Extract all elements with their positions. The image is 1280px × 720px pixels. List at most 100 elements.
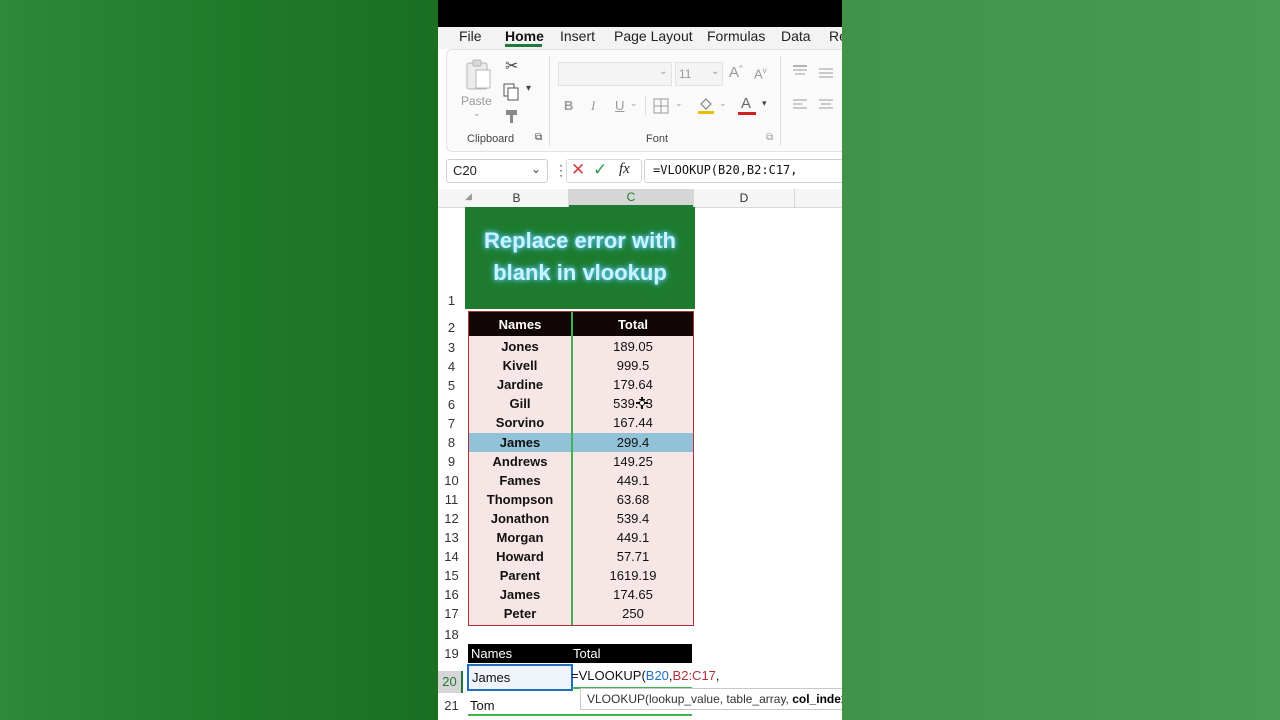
align-top-icon[interactable] xyxy=(792,64,808,78)
table-cell-total[interactable]: 63.68 xyxy=(573,492,693,507)
column-header-b[interactable]: B xyxy=(465,189,568,207)
fill-color-icon[interactable] xyxy=(697,95,715,115)
table-cell-total[interactable]: 167.44 xyxy=(573,415,693,430)
insert-function-icon[interactable]: fx xyxy=(619,161,630,178)
row-header[interactable]: 14 xyxy=(438,549,465,564)
borders-icon[interactable] xyxy=(653,98,669,114)
table-cell-name[interactable]: Jardine xyxy=(469,377,571,392)
formula-input[interactable]: =VLOOKUP(B20,B2:C17, xyxy=(644,159,842,183)
table-cell-total[interactable]: 539.73 xyxy=(573,396,693,411)
row-header[interactable]: 11 xyxy=(438,492,465,507)
cut-icon[interactable]: ✂ xyxy=(505,56,518,76)
tab-home[interactable]: Home xyxy=(505,28,544,44)
table-cell-total[interactable]: 1619.19 xyxy=(573,568,693,583)
lookup-header-names[interactable]: Names xyxy=(471,646,512,661)
table-cell-name[interactable]: Thompson xyxy=(469,492,571,507)
table-cell-name[interactable]: Kivell xyxy=(469,358,571,373)
row-header[interactable]: 8 xyxy=(438,435,465,450)
font-name-select[interactable]: ⌄ xyxy=(558,62,672,86)
copy-icon[interactable] xyxy=(503,83,521,101)
row-header[interactable]: 4 xyxy=(438,359,465,374)
table-cell-name[interactable]: James xyxy=(469,435,571,450)
tab-formulas[interactable]: Formulas xyxy=(707,28,765,44)
row-header[interactable]: 15 xyxy=(438,568,465,583)
row-header[interactable]: 9 xyxy=(438,454,465,469)
cell-b20[interactable]: James xyxy=(467,664,573,691)
tab-review[interactable]: Re xyxy=(829,28,842,44)
enter-icon[interactable]: ✓ xyxy=(593,160,607,180)
row-header[interactable]: 18 xyxy=(438,627,465,642)
row-header[interactable]: 10 xyxy=(438,473,465,488)
italic-button[interactable]: I xyxy=(591,98,595,114)
row-header[interactable]: 5 xyxy=(438,378,465,393)
paste-button[interactable]: Paste ⌄ xyxy=(461,56,495,118)
format-painter-icon[interactable] xyxy=(504,108,520,124)
column-header-d[interactable]: D xyxy=(694,189,794,207)
row-header[interactable]: 17 xyxy=(438,606,465,621)
row-header[interactable]: 7 xyxy=(438,416,465,431)
lookup-header-total[interactable]: Total xyxy=(573,646,600,661)
table-cell-name[interactable]: Fames xyxy=(469,473,571,488)
table-cell-total[interactable]: 174.65 xyxy=(573,587,693,602)
name-box[interactable]: C20 ⌄ xyxy=(446,159,548,183)
align-left-icon[interactable] xyxy=(792,98,808,112)
table-cell-name[interactable]: Parent xyxy=(469,568,571,583)
table-cell-name[interactable]: Morgan xyxy=(469,530,571,545)
table-cell-total[interactable]: 250 xyxy=(573,606,693,621)
font-launcher-icon[interactable]: ⧉ xyxy=(766,132,773,143)
tab-file[interactable]: File xyxy=(459,28,482,44)
clipboard-launcher-icon[interactable]: ⧉ xyxy=(535,132,542,143)
cancel-icon[interactable]: ✕ xyxy=(571,160,585,180)
fill-color-dropdown-icon[interactable]: ⌄ xyxy=(719,98,727,109)
bold-button[interactable]: B xyxy=(564,98,573,113)
column-header-c[interactable]: C xyxy=(569,189,693,207)
row-header[interactable]: 3 xyxy=(438,340,465,355)
grow-font-icon[interactable]: A^ xyxy=(729,64,743,81)
table-cell-total[interactable]: 179.64 xyxy=(573,377,693,392)
table-cell-total[interactable]: 149.25 xyxy=(573,454,693,469)
font-color-dropdown-icon[interactable]: ▾ xyxy=(762,98,767,109)
copy-dropdown-icon[interactable]: ▾ xyxy=(526,83,531,94)
table-cell-total[interactable]: 449.1 xyxy=(573,530,693,545)
row-header[interactable]: 6 xyxy=(438,397,465,412)
tab-page-layout[interactable]: Page Layout xyxy=(614,28,693,44)
table-cell-name[interactable]: Howard xyxy=(469,549,571,564)
align-center-icon[interactable] xyxy=(818,98,834,112)
table-cell-name[interactable]: Sorvino xyxy=(469,415,571,430)
table-cell-name[interactable]: Jones xyxy=(469,339,571,354)
tab-data[interactable]: Data xyxy=(781,28,811,44)
row-header[interactable]: 1 xyxy=(438,293,465,308)
table-cell-total[interactable]: 189.05 xyxy=(573,339,693,354)
row-header[interactable]: 21 xyxy=(438,698,465,713)
shrink-font-icon[interactable]: Av xyxy=(754,66,767,81)
paste-dropdown-icon[interactable]: ⌄ xyxy=(473,108,481,119)
row-header[interactable]: 13 xyxy=(438,530,465,545)
font-color-button[interactable]: A xyxy=(738,95,756,115)
table-cell-total[interactable]: 999.5 xyxy=(573,358,693,373)
underline-dropdown-icon[interactable]: ⌄ xyxy=(630,98,638,109)
borders-dropdown-icon[interactable]: ⌄ xyxy=(675,98,683,109)
table-cell-name[interactable]: Gill xyxy=(469,396,571,411)
header-total[interactable]: Total xyxy=(573,317,693,332)
row-header[interactable]: 2 xyxy=(438,320,465,335)
cell-b21-value[interactable]: Tom xyxy=(470,698,495,713)
align-middle-icon[interactable] xyxy=(818,66,834,80)
cell-c20-editing[interactable]: =VLOOKUP(B20,B2:C17, xyxy=(571,664,720,689)
table-cell-name[interactable]: James xyxy=(469,587,571,602)
table-cell-total[interactable]: 449.1 xyxy=(573,473,693,488)
table-cell-total[interactable]: 57.71 xyxy=(573,549,693,564)
tooltip-current-arg[interactable]: col_index_n xyxy=(792,692,842,706)
tab-insert[interactable]: Insert xyxy=(560,28,595,44)
row-header[interactable]: 12 xyxy=(438,511,465,526)
table-cell-total[interactable]: 299.4 xyxy=(573,435,693,450)
header-names[interactable]: Names xyxy=(469,317,571,332)
underline-button[interactable]: U xyxy=(615,98,624,113)
font-size-select[interactable]: 11 ⌄ xyxy=(675,62,723,86)
row-header-active[interactable]: 20 xyxy=(438,671,463,693)
table-cell-name[interactable]: Peter xyxy=(469,606,571,621)
row-header[interactable]: 19 xyxy=(438,646,465,661)
table-cell-name[interactable]: Jonathon xyxy=(469,511,571,526)
table-cell-name[interactable]: Andrews xyxy=(469,454,571,469)
table-cell-total[interactable]: 539.4 xyxy=(573,511,693,526)
row-header[interactable]: 16 xyxy=(438,587,465,602)
